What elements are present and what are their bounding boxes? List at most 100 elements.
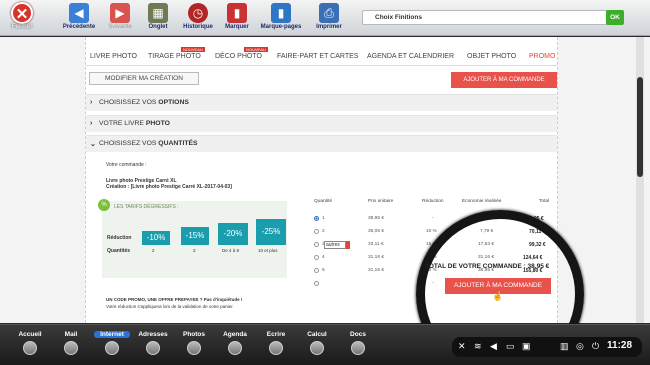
category-nav: LIVRE PHOTO TIRAGE PHOTO NOUVEAU DÉCO PH…: [86, 47, 557, 65]
row-unit-price: 31,16 €: [368, 255, 385, 260]
tab-deco-photo[interactable]: DÉCO PHOTO NOUVEAU: [215, 47, 268, 60]
section-options[interactable]: › CHOISISSEZ VOS OPTIONS: [86, 94, 557, 111]
quantity-radio[interactable]: [314, 242, 319, 247]
row-unit-price: 33,11 €: [368, 242, 384, 247]
row-qty: 1: [322, 216, 325, 221]
degressive-pricing-box: % LES TARIFS DÉGRESSIFS : -10% -15% -20%…: [98, 199, 287, 278]
dock-label: Agenda: [223, 331, 247, 338]
tier-badge: -25%: [256, 219, 286, 245]
new-badge: NOUVEAU: [181, 47, 205, 52]
dock-item-mail[interactable]: Mail: [53, 331, 89, 355]
print-button[interactable]: ⎙ Imprimer: [312, 3, 346, 34]
row-reduction: 10 %: [426, 229, 437, 234]
close-icon: ✕: [11, 2, 33, 24]
clock: 11:28: [607, 340, 633, 351]
bookmark-button[interactable]: ▮ Marquer: [222, 3, 252, 34]
order-total: TOTAL DE VOTRE COMMANDE : 38,95 €: [425, 263, 550, 270]
dock-item-calcul[interactable]: Calcul: [299, 331, 335, 355]
percent-icon: %: [98, 199, 110, 211]
hand-cursor-icon: ☝: [492, 291, 504, 301]
home-icon: [23, 341, 37, 355]
wifi-icon[interactable]: ≋: [474, 341, 482, 352]
volume-icon[interactable]: ◀: [490, 341, 497, 352]
tab-tirage-photo[interactable]: TIRAGE PHOTO NOUVEAU: [148, 47, 205, 60]
dock-label: Docs: [350, 331, 366, 338]
globe-icon: [105, 341, 119, 355]
section-options-bold: OPTIONS: [158, 99, 189, 106]
quantity-radio[interactable]: [314, 281, 319, 286]
lifebuoy-icon[interactable]: ◎: [576, 341, 584, 352]
photos-icon: [187, 341, 201, 355]
section-options-title: CHOISISSEZ VOS OPTIONS: [99, 99, 189, 106]
add-to-cart-button-top[interactable]: AJOUTER À MA COMMANDE: [451, 72, 557, 88]
printer-icon: ⎙: [319, 3, 339, 23]
tools-icon[interactable]: ✕: [458, 341, 466, 352]
dock-item-docs[interactable]: Docs: [340, 331, 376, 355]
ok-button[interactable]: OK: [606, 10, 624, 25]
quantity-radio[interactable]: [314, 229, 319, 234]
tab-button[interactable]: ▦ Onglet: [144, 3, 172, 34]
dock-item-agenda[interactable]: Agenda: [217, 331, 253, 355]
tier-qty: 2: [152, 248, 155, 253]
history-button[interactable]: ◷ Historique: [180, 3, 216, 34]
dock-item-internet[interactable]: Internet: [94, 331, 130, 355]
section-book[interactable]: › VOTRE LIVRE PHOTO: [86, 115, 557, 132]
quantity-radio[interactable]: [314, 216, 319, 221]
calendar-icon: [228, 341, 242, 355]
quantity-radio[interactable]: [314, 268, 319, 273]
nav-divider: [86, 65, 557, 66]
battery-icon[interactable]: ▭: [506, 341, 515, 352]
order-heading: Votre commande :: [106, 162, 147, 168]
back-arrow-icon: ◀: [69, 3, 89, 23]
tier-badge: -10%: [142, 231, 170, 245]
bookmarks-list-label: Marque-pages: [260, 24, 302, 30]
dock-label: Adresses: [138, 331, 168, 338]
history-label: Historique: [183, 24, 213, 30]
dock-item-photos[interactable]: Photos: [176, 331, 212, 355]
tab-faire-part[interactable]: FAIRE-PART ET CARTES: [277, 53, 358, 60]
bookmarks-list-icon: ▮: [271, 3, 291, 23]
dock-item-ecrire[interactable]: Ecrire: [258, 331, 294, 355]
trash-icon[interactable]: ▥: [560, 341, 569, 352]
other-quantity-input[interactable]: autres: [324, 241, 346, 249]
power-icon[interactable]: ⏻: [592, 341, 599, 352]
section-qty-bold: QUANTITÉS: [158, 140, 198, 147]
col-reduction: Réduction: [422, 199, 444, 204]
scrollbar-thumb[interactable]: [637, 77, 643, 177]
dock-label: Calcul: [307, 331, 327, 338]
mail-icon: [64, 341, 78, 355]
tab-tirage-photo-label: TIRAGE PHOTO: [148, 53, 201, 60]
back-button[interactable]: ◀ Précédente: [60, 3, 98, 34]
row-qty: 5: [322, 268, 325, 273]
close-button[interactable]: ✕ Fermer: [4, 2, 40, 34]
tab-agenda-calendrier[interactable]: AGENDA ET CALENDRIER: [367, 53, 454, 60]
tab-livre-photo[interactable]: LIVRE PHOTO: [90, 53, 137, 60]
other-quantity-error-mark: [346, 241, 350, 249]
section-book-prefix: VOTRE LIVRE: [99, 120, 146, 127]
tab-label: Onglet: [148, 24, 168, 30]
section-quantities[interactable]: ⌄ CHOISISSEZ VOS QUANTITÉS: [86, 135, 557, 152]
product-creation: Création : [Livre photo Prestige Carré X…: [106, 184, 232, 190]
col-quantity: Quantité: [314, 199, 333, 204]
tab-objet-photo[interactable]: OBJET PHOTO: [467, 53, 516, 60]
camera-off-icon[interactable]: ▣: [522, 341, 531, 352]
quantity-radio[interactable]: [314, 255, 319, 260]
tab-promo[interactable]: PROMO: [529, 53, 555, 60]
modify-creation-button[interactable]: MODIFIER MA CRÉATION: [89, 72, 199, 85]
history-icon: ◷: [188, 3, 208, 23]
bookmarks-list-button[interactable]: ▮ Marque-pages: [258, 3, 304, 34]
tab-icon: ▦: [148, 3, 168, 23]
contacts-icon: [146, 341, 160, 355]
page-scrollbar[interactable]: [636, 37, 644, 323]
address-search-value: Choix Finitions: [375, 14, 422, 21]
system-tray: ✕ ≋ ◀ ▭ ▣ ▥ ◎ ⏻ 11:28: [452, 337, 642, 357]
forward-button[interactable]: ▶ Suivante: [103, 3, 137, 34]
reduction-label: Réduction: [107, 235, 132, 241]
col-total: Total: [539, 199, 550, 204]
dock-label: Accueil: [18, 331, 42, 338]
address-search-field[interactable]: Choix Finitions: [362, 10, 622, 25]
dock-item-accueil[interactable]: Accueil: [12, 331, 48, 355]
tier-qty: 3: [193, 248, 196, 253]
dock-item-adresses[interactable]: Adresses: [135, 331, 171, 355]
promo-detail: Votre réduction s'appliquera lors de la …: [106, 304, 234, 309]
